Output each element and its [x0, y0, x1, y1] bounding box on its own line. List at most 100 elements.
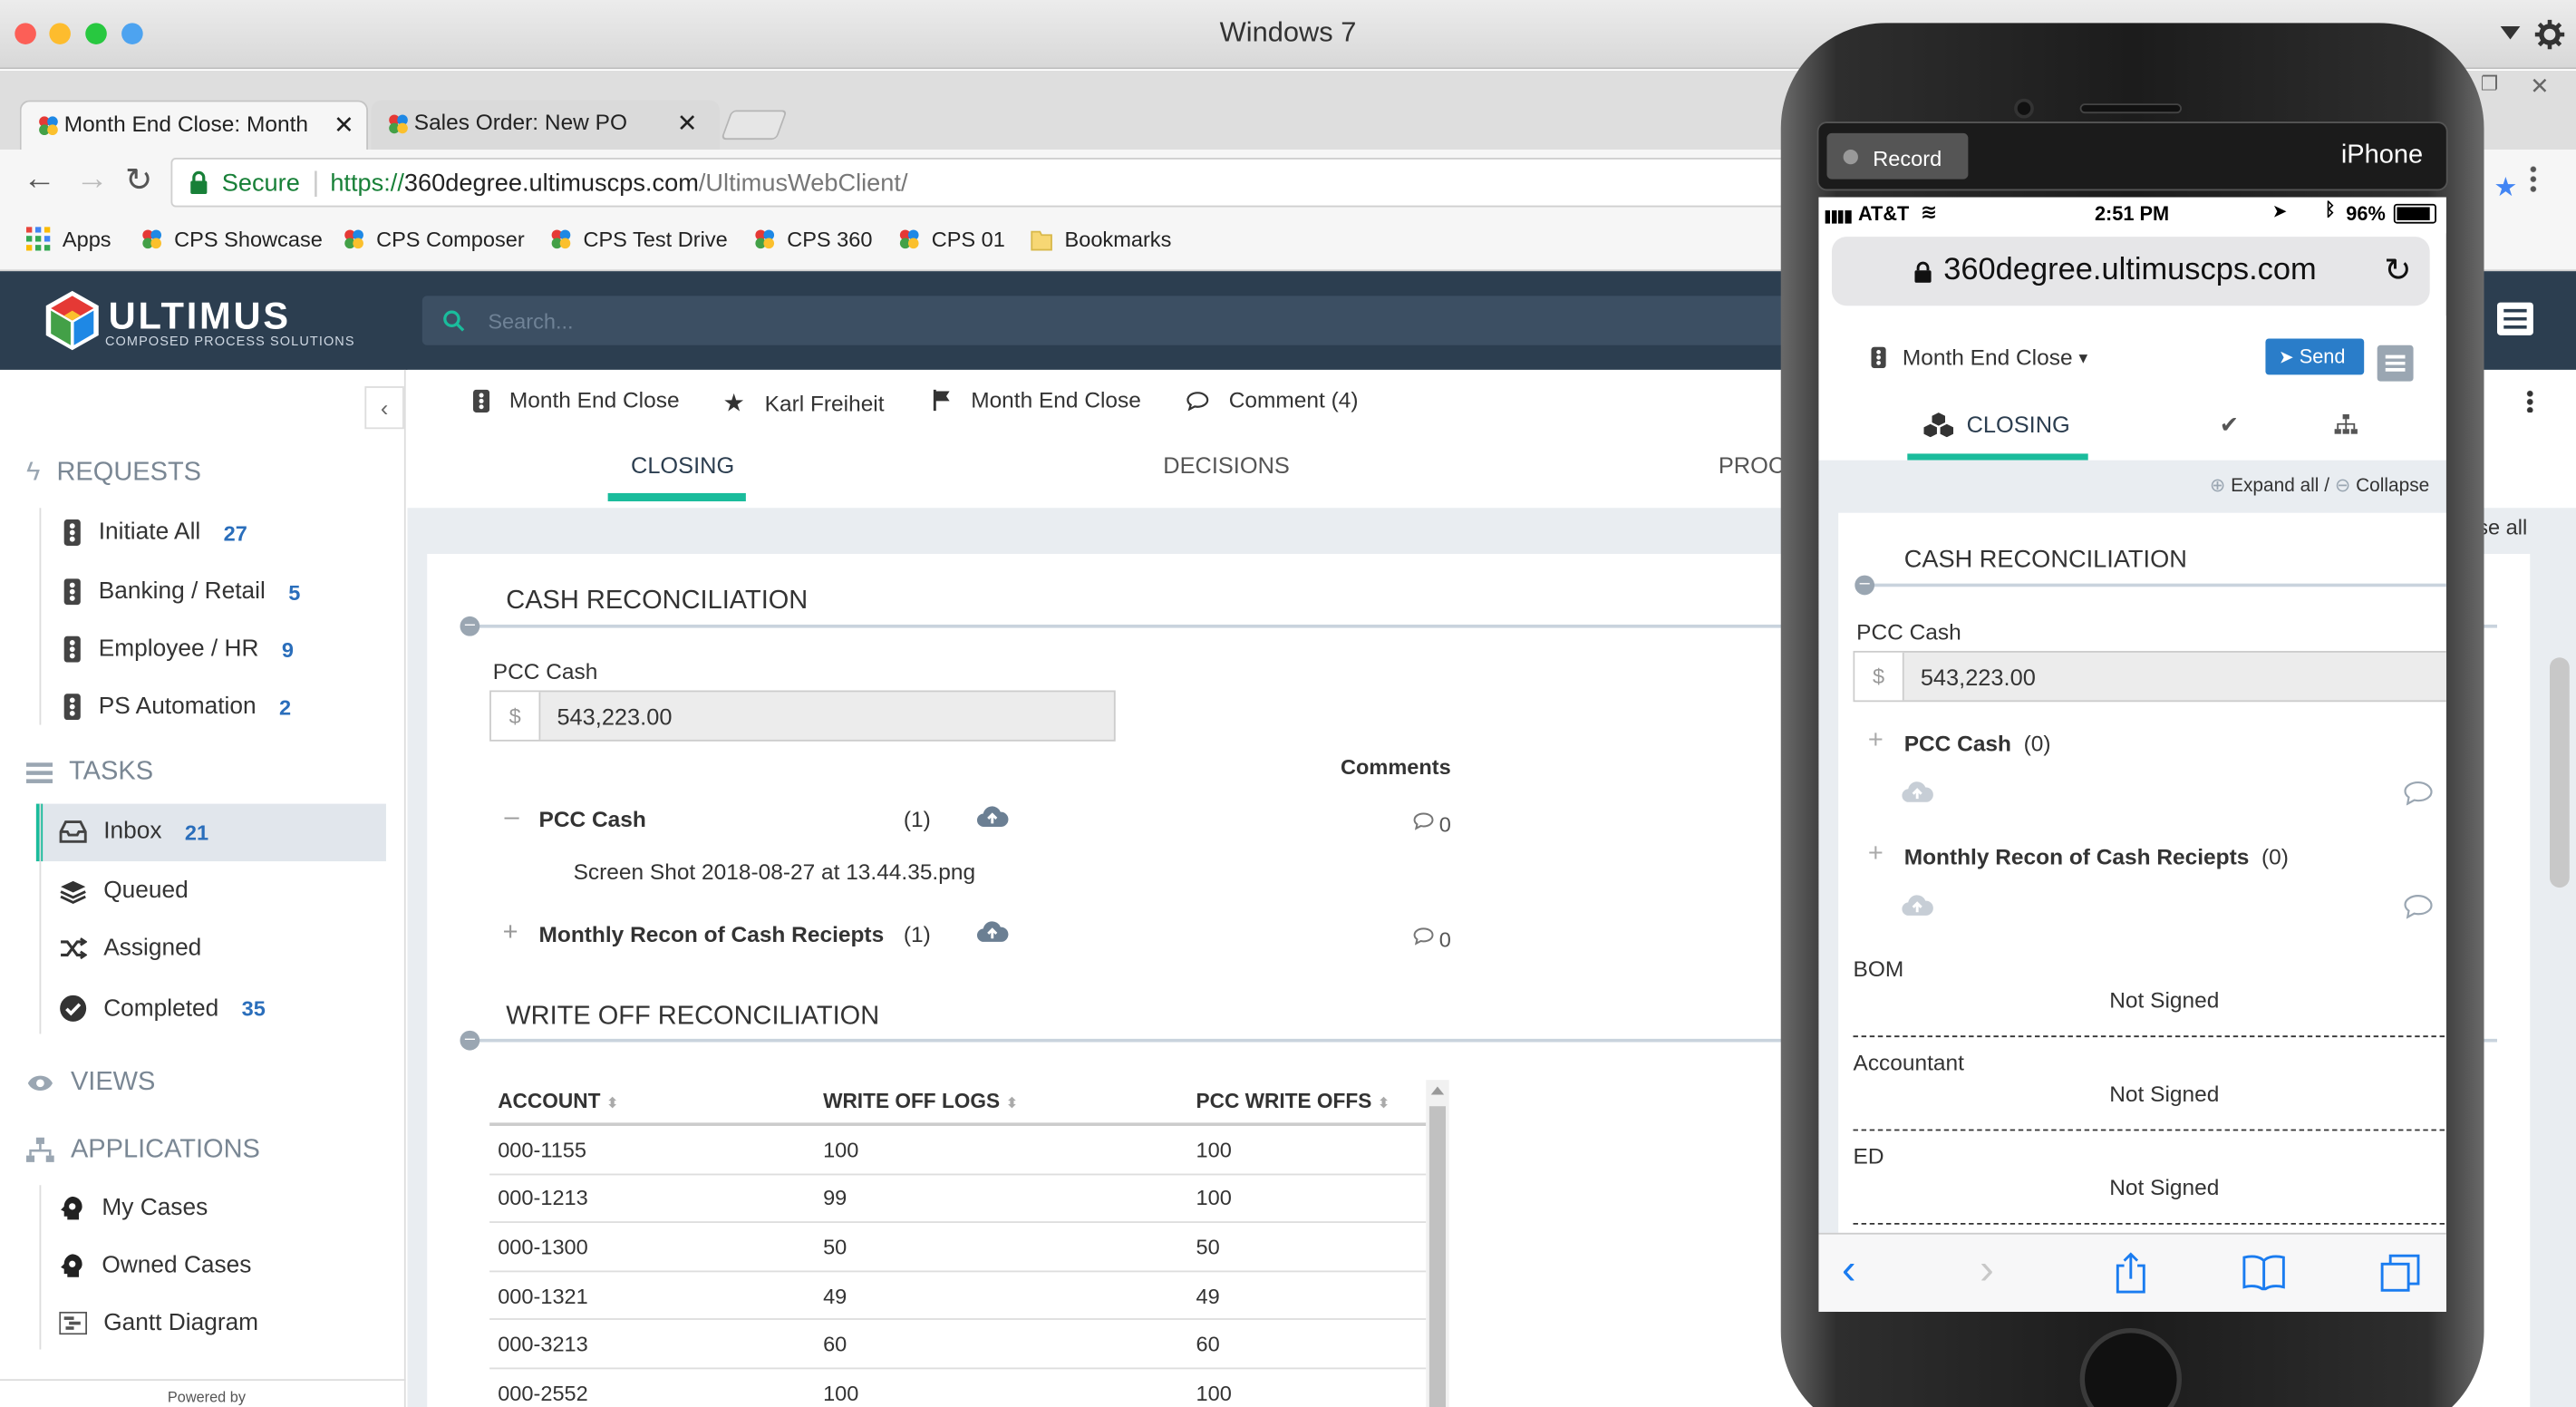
collapse-section-icon[interactable]: – — [1855, 575, 1875, 596]
scroll-thumb[interactable] — [1428, 1106, 1446, 1407]
bookmark-cps-showcase[interactable]: CPS Showcase — [141, 227, 323, 251]
column-header-account[interactable]: ACCOUNT ⬍ — [489, 1090, 815, 1112]
star-icon: ★ — [722, 389, 745, 418]
tab-proc[interactable]: PROC — [1719, 452, 1785, 479]
table-row[interactable]: 000-2552 100 100 — [489, 1369, 1426, 1407]
upload-cloud-icon[interactable] — [1901, 779, 1933, 803]
app-menu-button[interactable] — [2497, 302, 2533, 335]
pcc-cash-field[interactable]: $ 543,223.00 — [1853, 650, 2446, 703]
bookmark-cps-01[interactable]: CPS 01 — [898, 227, 1005, 251]
sidebar-item-assigned[interactable]: Assigned — [59, 936, 201, 962]
send-button[interactable]: ➤ Send — [2265, 338, 2365, 375]
table-row[interactable]: 000-1155 100 100 — [489, 1126, 1427, 1175]
collapse-section-icon[interactable]: – — [460, 616, 480, 636]
url-input[interactable]: Secure | https://360degree.ultimuscps.co… — [170, 158, 1814, 208]
mobile-url-bar[interactable]: 360degree.ultimuscps.com ↻ — [1831, 237, 2430, 306]
new-tab-button[interactable] — [721, 110, 788, 141]
tab-closing[interactable]: CLOSING — [631, 452, 734, 479]
upload-cloud-icon[interactable] — [976, 919, 1009, 944]
mobile-reload-icon[interactable]: ↻ — [2384, 250, 2411, 291]
mobile-tab-decisions-icon[interactable]: ✔ — [2220, 411, 2239, 439]
bookmark-apps[interactable]: Apps — [26, 227, 111, 251]
signature-status[interactable]: Not Signed — [2109, 988, 2219, 1013]
expand-all-link[interactable]: Expand all / — [2231, 477, 2329, 497]
dropdown-icon[interactable] — [2500, 26, 2521, 40]
tab-month-end-close[interactable]: Month End Close: Month ✕ — [19, 100, 368, 150]
record-button[interactable]: Record — [1826, 132, 1969, 180]
applications-section[interactable]: APPLICATIONS — [26, 1136, 260, 1166]
scroll-up-icon[interactable] — [1430, 1086, 1445, 1095]
pcc-cash-field[interactable]: $ 543,223.00 — [489, 690, 1116, 742]
bookmark-cps-test-drive[interactable]: CPS Test Drive — [550, 227, 728, 251]
attachment-comments[interactable]: 0 — [1413, 927, 1451, 952]
collapse-all-link[interactable]: se all — [2477, 515, 2527, 539]
comment-icon[interactable] — [2404, 781, 2434, 806]
page-scrollbar[interactable] — [2550, 657, 2570, 888]
gear-icon[interactable] — [2534, 19, 2565, 50]
restore-window-icon[interactable]: ❐ — [2481, 73, 2513, 99]
comment-icon[interactable] — [2404, 894, 2434, 919]
table-row[interactable]: 000-1321 49 49 — [489, 1272, 1427, 1321]
attached-file-link[interactable]: Screen Shot 2018-08-27 at 13.44.35.png — [574, 859, 975, 884]
sidebar-item-owned-cases[interactable]: Owned Cases — [59, 1253, 251, 1279]
ultimus-logo-icon[interactable] — [43, 289, 102, 352]
forward-icon[interactable]: → — [75, 161, 108, 199]
close-tab-icon[interactable]: ✕ — [334, 110, 354, 140]
expand-attachment-icon[interactable]: + — [1868, 726, 1884, 756]
tab-decisions[interactable]: DECISIONS — [1163, 452, 1290, 479]
table-row[interactable]: 000-1213 99 100 — [489, 1175, 1427, 1224]
collapse-attachment-icon[interactable]: – — [504, 804, 518, 834]
sidebar-item-my-cases[interactable]: My Cases — [59, 1195, 208, 1221]
mobile-menu-button[interactable] — [2377, 344, 2414, 382]
signature-status[interactable]: Not Signed — [2109, 1082, 2219, 1106]
sidebar-item-ps-automation[interactable]: PS Automation 2 — [63, 694, 291, 721]
bookmarks-icon[interactable] — [2242, 1254, 2285, 1291]
mobile-forward-icon[interactable]: › — [1980, 1245, 1994, 1295]
process-dropdown[interactable]: Month End Close ▼ — [1871, 345, 2090, 370]
table-scrollbar[interactable] — [1426, 1080, 1449, 1407]
browser-menu-icon[interactable] — [2530, 164, 2537, 194]
bookmark-folder[interactable]: Bookmarks — [1030, 227, 1171, 251]
tab-sales-order[interactable]: Sales Order: New PO ✕ — [371, 100, 720, 150]
collapse-sidebar-button[interactable]: ‹ — [364, 386, 404, 430]
tabs-icon[interactable] — [2380, 1254, 2420, 1294]
table-row[interactable]: 000-3213 60 60 — [489, 1321, 1427, 1370]
sidebar-item-completed[interactable]: Completed 35 — [59, 995, 266, 1023]
sidebar-item-inbox[interactable]: Inbox 21 — [59, 819, 208, 845]
collapse-section-icon[interactable]: – — [460, 1030, 480, 1051]
back-icon[interactable]: ← — [23, 161, 55, 199]
collapse-link[interactable]: Collapse — [2356, 477, 2429, 497]
tasks-section[interactable]: TASKS — [26, 758, 153, 788]
mobile-back-icon[interactable]: ‹ — [1842, 1245, 1856, 1295]
requests-section[interactable]: ϟ REQUESTS — [26, 459, 201, 489]
sidebar-item-queued[interactable]: Queued — [59, 878, 189, 904]
bookmark-cps-composer[interactable]: CPS Composer — [344, 227, 525, 251]
head-gear-icon — [61, 1254, 82, 1277]
flag-icon — [933, 389, 950, 412]
mobile-tab-closing[interactable]: CLOSING — [1923, 411, 2070, 438]
attachment-comments[interactable]: 0 — [1413, 812, 1451, 837]
sidebar-item-initiate-all[interactable]: Initiate All 27 — [63, 519, 247, 546]
upload-cloud-icon[interactable] — [1901, 893, 1933, 917]
bookmark-cps-360[interactable]: CPS 360 — [754, 227, 873, 251]
upload-cloud-icon[interactable] — [976, 804, 1009, 829]
column-header-write-off-logs[interactable]: WRITE OFF LOGS ⬍ — [815, 1090, 1187, 1112]
expand-attachment-icon[interactable]: + — [1868, 839, 1884, 869]
expand-attachment-icon[interactable]: + — [503, 919, 518, 949]
comment-link[interactable]: Comment (4) — [1186, 388, 1359, 412]
reload-icon[interactable]: ↻ — [125, 160, 152, 200]
sidebar-item-employee-hr[interactable]: Employee / HR 9 — [63, 636, 294, 663]
search-input[interactable]: Search... — [421, 296, 1803, 345]
sidebar-item-gantt-diagram[interactable]: Gantt Diagram — [59, 1310, 258, 1336]
close-window-icon[interactable]: ✕ — [2530, 73, 2549, 101]
more-options-icon[interactable] — [2526, 389, 2533, 413]
column-header-pcc-write-offs[interactable]: PCC WRITE OFFS ⬍ — [1187, 1090, 1418, 1112]
close-tab-icon[interactable]: ✕ — [677, 109, 698, 138]
bookmark-star-icon[interactable]: ★ — [2494, 171, 2517, 204]
views-section[interactable]: VIEWS — [26, 1069, 155, 1099]
sidebar-item-banking-retail[interactable]: Banking / Retail 5 — [63, 578, 300, 606]
table-row[interactable]: 000-1300 50 50 — [489, 1223, 1427, 1272]
share-icon[interactable] — [2115, 1251, 2147, 1294]
signature-status[interactable]: Not Signed — [2109, 1175, 2219, 1199]
sitemap-icon[interactable] — [2334, 413, 2358, 436]
